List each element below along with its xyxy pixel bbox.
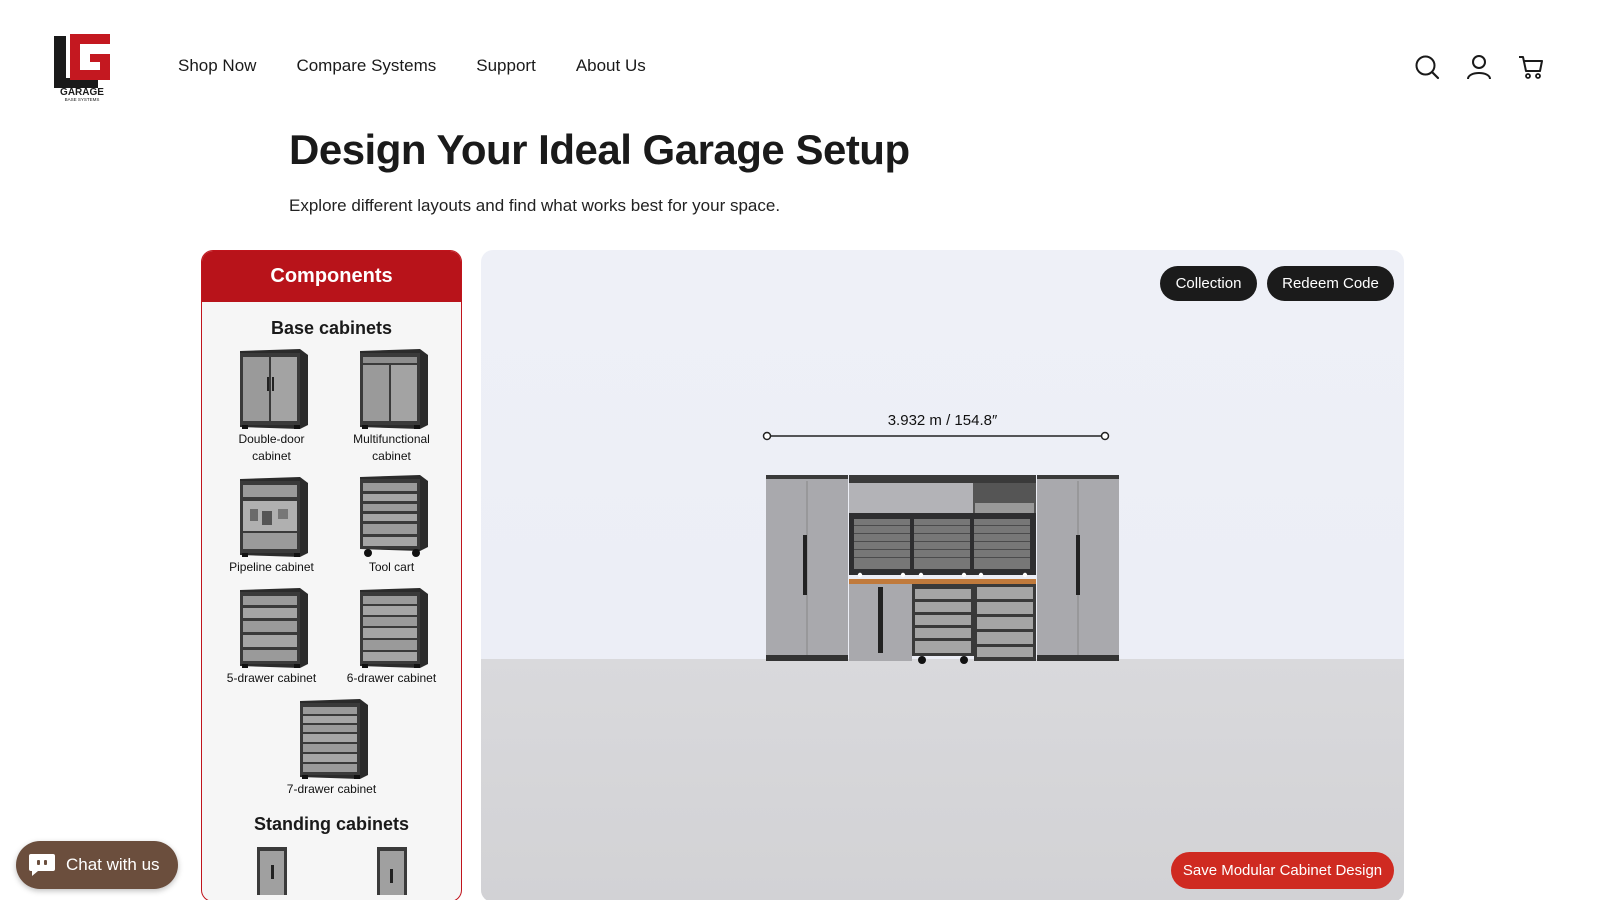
components-header: Components (202, 251, 461, 302)
logo-subtext: BASE SYSTEMS (65, 97, 100, 102)
logo-mark-icon: GARAGE BASE SYSTEMS (54, 34, 110, 102)
dimension-label: 3.932 m / 154.8″ (887, 412, 998, 429)
chat-label: Chat with us (66, 855, 160, 874)
component-pipeline-cabinet[interactable]: Pipeline cabinet (212, 473, 332, 576)
7-drawer-cabinet-icon (299, 699, 368, 779)
double-door-cabinet-icon (239, 349, 308, 429)
standing-cabinets-title: Standing cabinets (253, 814, 410, 834)
component-label: Multifunctional cabinet (353, 432, 430, 463)
save-design-button[interactable]: Save Modular Cabinet Design (1171, 852, 1394, 889)
standing-cabinet-icon[interactable] (255, 845, 289, 895)
page-subtitle: Explore different layouts and find what … (289, 196, 781, 215)
nav-support[interactable]: Support (476, 56, 536, 76)
base-cabinets-grid: Double-door cabinet Multifunctional cabi… (202, 345, 461, 806)
cart-icon[interactable] (1518, 54, 1544, 80)
component-5-drawer-cabinet[interactable]: 5-drawer cabinet (212, 584, 332, 687)
multifunctional-cabinet-icon (359, 349, 428, 429)
component-label: 5-drawer cabinet (226, 671, 317, 685)
nav-compare-systems[interactable]: Compare Systems (296, 56, 436, 76)
5-drawer-cabinet-icon (239, 588, 308, 668)
chat-bubble-icon (29, 854, 55, 876)
component-label: Tool cart (368, 560, 415, 574)
nav-about-us[interactable]: About Us (576, 56, 646, 76)
component-label: Pipeline cabinet (229, 560, 314, 574)
component-double-door-cabinet[interactable]: Double-door cabinet (212, 345, 332, 465)
search-icon[interactable] (1414, 54, 1440, 80)
nav-shop-now[interactable]: Shop Now (178, 56, 256, 76)
cabinet-layout-model[interactable] (766, 475, 1119, 667)
standing-cabinets-row (202, 845, 461, 895)
redeem-code-button[interactable]: Redeem Code (1267, 266, 1394, 301)
main-nav: Shop Now Compare Systems Support About U… (178, 56, 646, 76)
chat-widget[interactable]: Chat with us (16, 841, 178, 889)
component-7-drawer-cabinet[interactable]: 7-drawer cabinet (212, 695, 452, 798)
component-label: 6-drawer cabinet (346, 671, 437, 685)
header-actions (1414, 54, 1544, 80)
account-icon[interactable] (1466, 54, 1492, 80)
design-viewer[interactable]: Collection Redeem Code 3.932 m / 154.8″ (481, 250, 1404, 900)
6-drawer-cabinet-icon (359, 588, 428, 668)
component-label: 7-drawer cabinet (286, 782, 377, 796)
component-6-drawer-cabinet[interactable]: 6-drawer cabinet (332, 584, 452, 687)
brand-logo[interactable]: GARAGE BASE SYSTEMS (50, 32, 114, 102)
component-multifunctional-cabinet[interactable]: Multifunctional cabinet (332, 345, 452, 465)
tool-cart-icon (359, 475, 428, 557)
base-cabinets-title: Base cabinets (270, 318, 393, 338)
pipeline-cabinet-icon (239, 477, 308, 557)
page-title: Design Your Ideal Garage Setup (289, 126, 910, 173)
dimension-line (762, 431, 1110, 441)
collection-button[interactable]: Collection (1160, 266, 1257, 301)
component-label: Double-door cabinet (238, 432, 305, 463)
standing-cabinet-icon[interactable] (375, 845, 409, 895)
page: GARAGE BASE SYSTEMS Shop Now Compare Sys… (0, 0, 1600, 900)
component-tool-cart[interactable]: Tool cart (332, 473, 452, 576)
components-panel[interactable]: Components Base cabinets Double-door cab… (201, 250, 462, 900)
